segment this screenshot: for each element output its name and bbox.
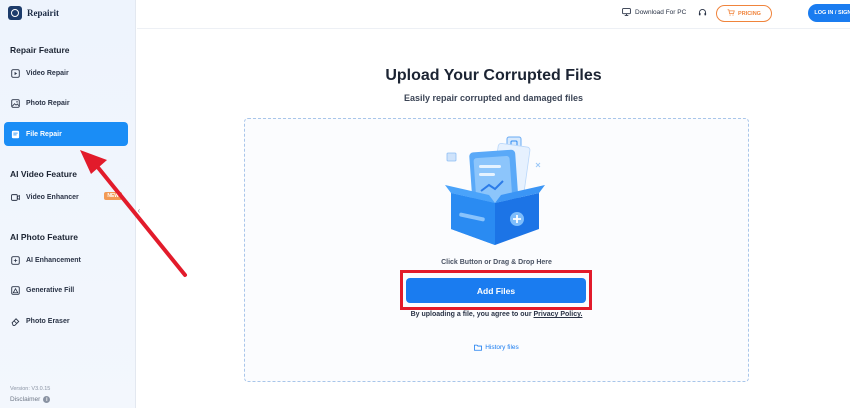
eraser-icon [11, 317, 20, 326]
pricing-label: PRICING [738, 10, 761, 17]
sidebar-item-video-repair[interactable]: Video Repair [4, 61, 128, 85]
sidebar-item-generative-fill[interactable]: Generative Fill [4, 278, 128, 302]
add-files-button[interactable]: Add Files [406, 278, 586, 303]
sidebar-item-photo-eraser[interactable]: Photo Eraser [4, 309, 128, 333]
sidebar-item-label: Photo Repair [26, 99, 70, 107]
header-divider [137, 28, 850, 29]
sidebar-item-label: AI Enhancement [26, 256, 81, 264]
section-title-ai-photo: AI Photo Feature [10, 232, 79, 242]
repairit-logo-icon [8, 6, 22, 20]
version-label: Version: V3.0.15 [10, 386, 51, 392]
history-files-link[interactable]: History files [244, 344, 749, 351]
upload-box-illustration [445, 136, 545, 245]
sidebar-item-file-repair[interactable]: File Repair [4, 122, 128, 146]
image-icon [11, 98, 20, 108]
info-icon: i [43, 396, 51, 403]
app-logo[interactable]: Repairit [8, 6, 59, 20]
headset-icon[interactable] [698, 8, 707, 17]
sidebar-item-video-enhancer[interactable]: Video Enhancer NEW [4, 185, 128, 209]
app-name: Repairit [27, 8, 59, 18]
fill-icon [11, 285, 20, 295]
monitor-icon [622, 8, 631, 16]
pricing-button[interactable]: PRICING [716, 5, 772, 22]
play-icon [11, 68, 20, 78]
disclaimer-label: Disclaimer [10, 396, 41, 403]
video-enhance-icon [11, 193, 20, 202]
download-for-pc-button[interactable]: Download For PC [622, 8, 686, 16]
sidebar-item-label: Photo Eraser [26, 317, 70, 325]
sidebar-item-label: Generative Fill [26, 286, 75, 294]
ai-sparkle-icon [11, 255, 20, 265]
history-label: History files [485, 344, 519, 351]
new-badge: NEW [104, 192, 122, 200]
agreement-text: By uploading a file, you agree to our [410, 311, 532, 318]
login-signup-button[interactable]: LOG IN / SIGN UP [808, 4, 850, 22]
sidebar-item-label: Video Repair [26, 69, 69, 77]
drop-hint: Click Button or Drag & Drop Here [441, 259, 552, 266]
file-icon [11, 130, 20, 139]
disclaimer-link[interactable]: Disclaimer i [10, 396, 51, 403]
download-label: Download For PC [635, 8, 687, 16]
section-title-repair: Repair Feature [10, 45, 70, 55]
sidebar-item-label: Video Enhancer [26, 193, 79, 201]
collapse-sidebar-icon[interactable]: ‹ [135, 204, 143, 216]
privacy-agreement: By uploading a file, you agree to our Pr… [244, 311, 749, 318]
sidebar-item-photo-repair[interactable]: Photo Repair [4, 91, 128, 115]
privacy-policy-link[interactable]: Privacy Policy. [534, 311, 583, 318]
page-title: Upload Your Corrupted Files [385, 67, 602, 84]
sidebar-item-label: File Repair [26, 130, 62, 138]
folder-icon [474, 344, 483, 351]
top-bar: Download For PC PRICING LOG IN / SIGN UP [137, 0, 850, 28]
page-subtitle: Easily repair corrupted and damaged file… [403, 93, 584, 103]
section-title-ai-video: AI Video Feature [10, 169, 77, 179]
sidebar: Repairit Repair Feature Video Repair Pho… [0, 0, 136, 408]
cart-icon [727, 9, 735, 18]
sidebar-item-ai-enhancement[interactable]: AI Enhancement [4, 248, 128, 272]
